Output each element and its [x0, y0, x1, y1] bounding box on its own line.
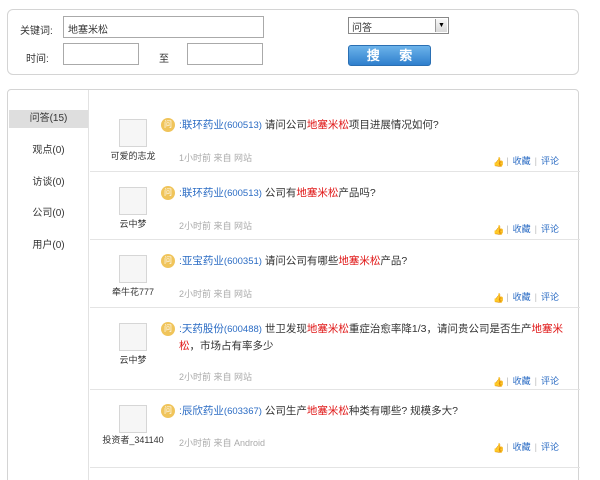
sidebar-item-users[interactable]: 用户(0)	[9, 237, 88, 255]
thumbs-up-icon[interactable]: 👍	[493, 444, 504, 453]
stock-code[interactable]: (600513)	[224, 120, 262, 131]
list-item: 牵牛花777 问 :亚宝药业(600351) 请问公司有哪些地塞米松产品? 2小…	[90, 240, 580, 308]
stock-name[interactable]: :联环药业	[179, 187, 224, 199]
question-text[interactable]: :联环药业(600513) 公司有地塞米松产品吗?	[179, 185, 569, 202]
question-icon: 问	[161, 322, 175, 336]
avatar[interactable]	[119, 323, 147, 351]
keyword-input[interactable]: 地塞米松	[63, 16, 264, 38]
stock-name[interactable]: :辰欣药业	[179, 405, 224, 417]
post-meta: 2小时前 来自 网站	[179, 372, 253, 382]
username[interactable]: 云中梦	[100, 354, 166, 366]
stock-code[interactable]: (600351)	[224, 256, 262, 267]
list-item: 云中梦 问 :天药股份(600488) 世卫发现地塞米松重症治愈率降1/3，请问…	[90, 308, 580, 390]
avatar[interactable]	[119, 119, 147, 147]
stock-name[interactable]: :天药股份	[179, 323, 224, 335]
collect-link[interactable]: 收藏	[513, 224, 531, 234]
thumbs-up-icon[interactable]: 👍	[493, 226, 504, 235]
stock-name[interactable]: :亚宝药业	[179, 255, 224, 267]
stock-code[interactable]: (603367)	[224, 406, 262, 417]
avatar[interactable]	[119, 187, 147, 215]
results-panel: 问答(15) 观点(0) 访谈(0) 公司(0) 用户(0) 可爱的志龙 问 :…	[7, 89, 580, 480]
collect-link[interactable]: 收藏	[513, 442, 531, 452]
end-date-input[interactable]	[187, 43, 263, 65]
list-item: 投资者_341140 问 :辰欣药业(603367) 公司生产地塞米松种类有哪些…	[90, 390, 580, 468]
question-icon: 问	[161, 254, 175, 268]
item-actions: 👍 | 收藏 | 评论	[493, 376, 559, 387]
chevron-down-icon: ▼	[435, 19, 447, 32]
thumbs-up-icon[interactable]: 👍	[493, 378, 504, 387]
question-text[interactable]: :亚宝药业(600351) 请问公司有哪些地塞米松产品?	[179, 253, 569, 270]
item-actions: 👍 | 收藏 | 评论	[493, 292, 559, 303]
sidebar: 问答(15) 观点(0) 访谈(0) 公司(0) 用户(0)	[8, 90, 89, 480]
question-icon: 问	[161, 118, 175, 132]
sidebar-item-qa[interactable]: 问答(15)	[9, 110, 88, 128]
comment-link[interactable]: 评论	[541, 292, 559, 302]
post-meta: 2小时前 来自 网站	[179, 221, 253, 231]
stock-name[interactable]: :联环药业	[179, 119, 224, 131]
sidebar-item-companies[interactable]: 公司(0)	[9, 205, 88, 223]
username[interactable]: 牵牛花777	[100, 286, 166, 298]
stock-code[interactable]: (600488)	[224, 324, 262, 335]
stock-code[interactable]: (600513)	[224, 188, 262, 199]
post-meta: 1小时前 来自 网站	[179, 153, 253, 163]
item-actions: 👍 | 收藏 | 评论	[493, 156, 559, 167]
question-text[interactable]: :联环药业(600513) 请问公司地塞米松项目进展情况如何?	[179, 117, 569, 134]
username[interactable]: 云中梦	[100, 218, 166, 230]
time-label: 时间:	[26, 54, 49, 65]
question-icon: 问	[161, 186, 175, 200]
keyword-highlight: 地塞米松	[338, 255, 381, 267]
collect-link[interactable]: 收藏	[513, 156, 531, 166]
list-item: 云中梦 问 :联环药业(600513) 公司有地塞米松产品吗? 2小时前 来自 …	[90, 172, 580, 240]
avatar[interactable]	[119, 255, 147, 283]
thumbs-up-icon[interactable]: 👍	[493, 294, 504, 303]
post-meta: 2小时前 来自 Android	[179, 438, 266, 448]
keyword-highlight: 地塞米松	[306, 119, 349, 131]
thumbs-up-icon[interactable]: 👍	[493, 158, 504, 167]
sidebar-item-interviews[interactable]: 访谈(0)	[9, 174, 88, 192]
username[interactable]: 可爱的志龙	[100, 150, 166, 162]
username[interactable]: 投资者_341140	[100, 434, 166, 446]
category-select[interactable]: 问答 ▼	[348, 17, 449, 34]
list-item: 可爱的志龙 问 :联环药业(600513) 请问公司地塞米松项目进展情况如何? …	[90, 104, 580, 172]
search-button[interactable]: 搜 索	[348, 45, 431, 66]
comment-link[interactable]: 评论	[541, 224, 559, 234]
question-text[interactable]: :辰欣药业(603367) 公司生产地塞米松种类有哪些? 规模多大?	[179, 403, 569, 420]
item-actions: 👍 | 收藏 | 评论	[493, 224, 559, 235]
category-selected-value: 问答	[352, 23, 372, 34]
keyword-highlight: 地塞米松	[306, 323, 349, 335]
keyword-highlight: 地塞米松	[306, 405, 349, 417]
collect-link[interactable]: 收藏	[513, 376, 531, 386]
search-panel: 关键词: 地塞米松 时间: 至 问答 ▼ 搜 索	[7, 9, 579, 75]
comment-link[interactable]: 评论	[541, 376, 559, 386]
post-meta: 2小时前 来自 网站	[179, 289, 253, 299]
question-icon: 问	[161, 404, 175, 418]
comment-link[interactable]: 评论	[541, 156, 559, 166]
sidebar-item-opinions[interactable]: 观点(0)	[9, 142, 88, 160]
collect-link[interactable]: 收藏	[513, 292, 531, 302]
keyword-label: 关键词:	[20, 26, 53, 37]
comment-link[interactable]: 评论	[541, 442, 559, 452]
question-text[interactable]: :天药股份(600488) 世卫发现地塞米松重症治愈率降1/3，请问贵公司是否生…	[179, 321, 569, 355]
to-label: 至	[159, 54, 169, 65]
keyword-highlight: 地塞米松	[296, 187, 339, 199]
item-actions: 👍 | 收藏 | 评论	[493, 442, 559, 453]
start-date-input[interactable]	[63, 43, 139, 65]
avatar[interactable]	[119, 405, 147, 433]
